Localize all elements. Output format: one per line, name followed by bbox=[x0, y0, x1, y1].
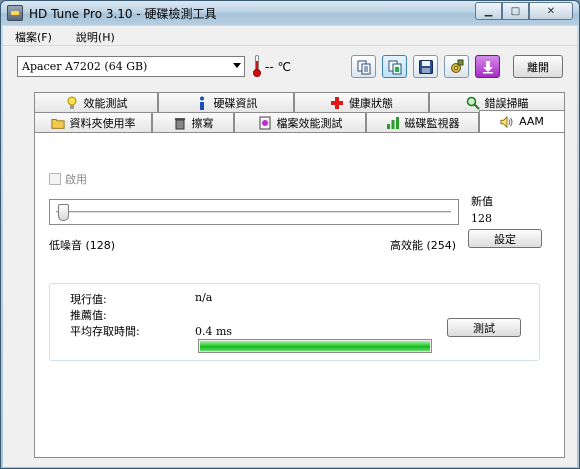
window-controls: ▁ □ ✕ bbox=[475, 2, 573, 20]
download-icon bbox=[482, 60, 493, 73]
app-window: HD Tune Pro 3.10 - 硬碟檢測工具 ▁ □ ✕ 檔案(F) 說明… bbox=[0, 0, 580, 469]
enable-checkbox[interactable] bbox=[49, 173, 61, 185]
info-icon bbox=[195, 96, 209, 110]
test-button[interactable]: 測試 bbox=[447, 318, 521, 337]
copy-text-icon bbox=[357, 60, 370, 74]
tab-error-scan[interactable]: 錯誤掃瞄 bbox=[429, 92, 565, 112]
tab-file-benchmark[interactable]: 檔案效能測試 bbox=[234, 112, 366, 132]
test-progress-bar bbox=[198, 339, 432, 353]
title-bar[interactable]: HD Tune Pro 3.10 - 硬碟檢測工具 ▁ □ ✕ bbox=[1, 1, 579, 25]
aam-panel: 啟用 新值 128 低噪音 (128) 高效能 (254) 設定 現行值: n/… bbox=[34, 132, 565, 458]
minimize-button[interactable]: ▁ bbox=[475, 2, 502, 20]
disk-monitor-icon bbox=[386, 116, 400, 130]
lightbulb-icon bbox=[65, 96, 79, 110]
tab-erase[interactable]: 擦寫 bbox=[152, 112, 234, 132]
tab-benchmark[interactable]: 效能測試 bbox=[34, 92, 158, 112]
copy-screenshot-button[interactable] bbox=[382, 55, 407, 78]
new-value-label: 新值 bbox=[471, 195, 493, 208]
chevron-down-icon bbox=[233, 63, 241, 68]
aam-slider[interactable] bbox=[49, 199, 459, 225]
slider-track bbox=[56, 211, 451, 214]
file-benchmark-icon bbox=[258, 116, 272, 130]
options-icon bbox=[450, 59, 463, 73]
folder-icon bbox=[50, 116, 65, 130]
drive-select-value: Apacer A7202 (64 GB) bbox=[22, 60, 148, 73]
download-button[interactable] bbox=[475, 55, 500, 78]
trash-icon bbox=[173, 116, 187, 130]
current-value-label: 現行值: bbox=[70, 293, 107, 306]
hdd-app-icon bbox=[7, 5, 23, 21]
maximize-icon: □ bbox=[510, 5, 521, 17]
tab-health[interactable]: 健康狀態 bbox=[294, 92, 429, 112]
enable-label: 啟用 bbox=[65, 173, 87, 186]
copy-text-button[interactable] bbox=[351, 55, 376, 78]
maximize-button[interactable]: □ bbox=[502, 2, 529, 20]
close-button[interactable]: ✕ bbox=[529, 2, 573, 20]
speaker-icon bbox=[500, 115, 514, 129]
copy-screenshot-icon bbox=[388, 60, 401, 74]
current-value: n/a bbox=[195, 291, 213, 304]
progress-fill bbox=[200, 341, 430, 351]
main-area: Apacer A7202 (64 GB) -- ℃ 離開 效能測試 硬碟資訊 健… bbox=[3, 46, 577, 467]
recommended-value-label: 推薦值: bbox=[70, 309, 107, 322]
tab-folder-usage[interactable]: 資料夾使用率 bbox=[34, 112, 152, 132]
enable-checkbox-row[interactable]: 啟用 bbox=[49, 171, 87, 187]
exit-button[interactable]: 離開 bbox=[513, 55, 563, 78]
window-title: HD Tune Pro 3.10 - 硬碟檢測工具 bbox=[29, 7, 217, 21]
high-performance-label: 高效能 (254) bbox=[390, 239, 457, 252]
options-button[interactable] bbox=[444, 55, 469, 78]
tab-aam[interactable]: AAM bbox=[479, 110, 565, 132]
tab-drive-info[interactable]: 硬碟資訊 bbox=[158, 92, 294, 112]
menu-bar: 檔案(F) 說明(H) bbox=[3, 26, 577, 46]
save-icon bbox=[418, 59, 433, 74]
thermometer-icon bbox=[253, 55, 261, 77]
slider-thumb[interactable] bbox=[58, 204, 69, 221]
close-icon: ✕ bbox=[546, 5, 556, 17]
set-button[interactable]: 設定 bbox=[468, 229, 542, 248]
save-button[interactable] bbox=[413, 55, 438, 78]
tab-disk-monitor[interactable]: 磁碟監視器 bbox=[366, 112, 479, 132]
health-cross-icon bbox=[330, 96, 344, 110]
magnifier-icon bbox=[466, 96, 480, 110]
menu-file[interactable]: 檔案(F) bbox=[3, 26, 64, 45]
temperature-readout: -- ℃ bbox=[265, 60, 291, 74]
menu-help[interactable]: 說明(H) bbox=[64, 26, 127, 45]
minimize-icon: ▁ bbox=[484, 5, 493, 17]
access-time-value: 0.4 ms bbox=[195, 325, 233, 338]
access-time-label: 平均存取時間: bbox=[70, 325, 140, 338]
drive-select[interactable]: Apacer A7202 (64 GB) bbox=[17, 56, 245, 77]
low-noise-label: 低噪音 (128) bbox=[49, 239, 116, 252]
info-group: 現行值: n/a 推薦值: 平均存取時間: 0.4 ms 測試 bbox=[49, 283, 540, 361]
new-value: 128 bbox=[471, 212, 492, 225]
